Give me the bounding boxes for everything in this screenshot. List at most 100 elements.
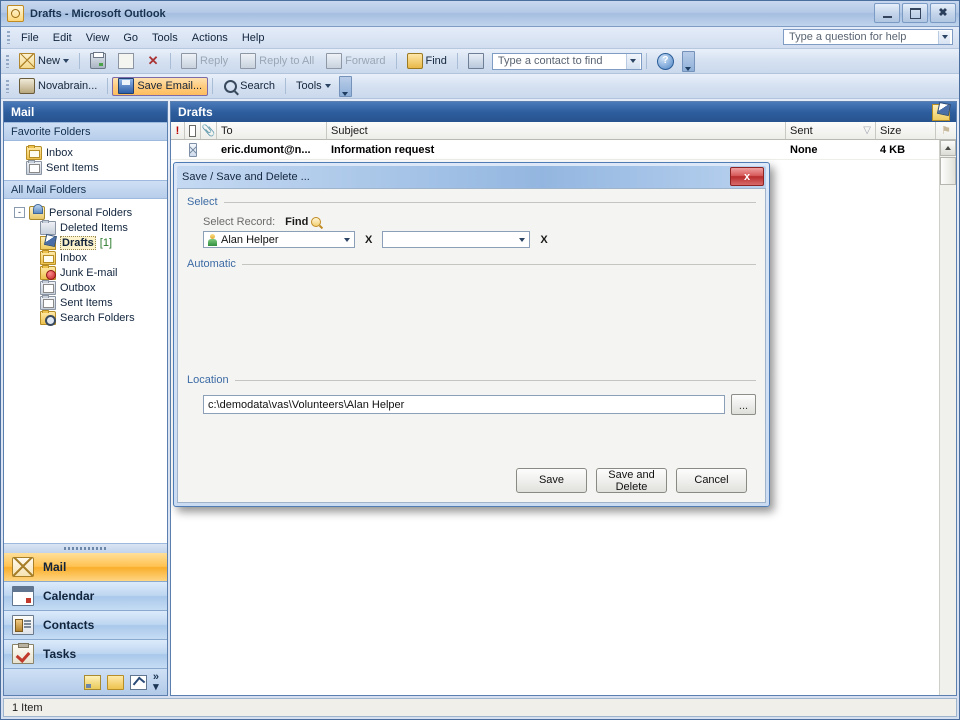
nav-module-tasks[interactable]: Tasks bbox=[4, 640, 167, 669]
close-button[interactable]: ✖ bbox=[930, 3, 956, 23]
save-and-delete-button[interactable]: Save and Delete bbox=[596, 468, 667, 493]
find-button[interactable]: Find bbox=[401, 52, 453, 71]
secondary-select-dropdown-arrow[interactable] bbox=[514, 232, 529, 247]
novabrain-button[interactable]: Novabrain... bbox=[13, 77, 103, 96]
column-header-attachment[interactable]: 📎 bbox=[201, 122, 217, 139]
clear-secondary-button[interactable]: X bbox=[540, 234, 547, 246]
splitter-grip-icon bbox=[63, 547, 108, 550]
help-search-input[interactable]: Type a question for help bbox=[783, 29, 953, 45]
column-header-subject[interactable]: Subject bbox=[327, 122, 786, 139]
browse-label: ... bbox=[738, 400, 749, 412]
scroll-up-button[interactable] bbox=[940, 140, 956, 156]
reply-all-button[interactable]: Reply to All bbox=[234, 52, 320, 71]
clear-record-button[interactable]: X bbox=[365, 234, 372, 246]
nav-module-mail[interactable]: Mail bbox=[4, 553, 167, 582]
move-to-folder-button[interactable] bbox=[112, 52, 140, 71]
menu-grip-handle[interactable] bbox=[7, 31, 10, 44]
find-label: Find bbox=[285, 216, 309, 228]
print-button[interactable] bbox=[84, 52, 112, 71]
help-button[interactable]: ? bbox=[651, 52, 680, 71]
drafts-folder-icon bbox=[40, 235, 56, 250]
menu-item-edit[interactable]: Edit bbox=[46, 29, 79, 47]
maximize-button[interactable] bbox=[902, 3, 928, 23]
location-path-input[interactable]: c:\demodata\vas\Volunteers\Alan Helper bbox=[203, 395, 725, 414]
scrollbar-thumb[interactable] bbox=[940, 157, 956, 185]
delete-button[interactable]: ✕ bbox=[140, 52, 166, 71]
reply-button[interactable]: Reply bbox=[175, 52, 234, 71]
folder-inbox[interactable]: Inbox bbox=[4, 249, 167, 265]
save-email-button[interactable]: Save Email... bbox=[112, 76, 209, 96]
column-header-to[interactable]: To bbox=[217, 122, 327, 139]
dialog-body: Select Select Record: Find Alan Helper X… bbox=[177, 188, 766, 503]
save-button-label: Save bbox=[538, 474, 565, 486]
find-record-button[interactable]: Find bbox=[285, 216, 322, 228]
toolbar-grip-handle[interactable] bbox=[6, 79, 9, 93]
addin-toolbar: Novabrain... Save Email... Search Tools bbox=[1, 74, 959, 99]
folder-label: Search Folders bbox=[60, 311, 135, 324]
help-search-dropdown-button[interactable] bbox=[938, 30, 950, 44]
dialog-close-button[interactable]: x bbox=[730, 167, 764, 186]
folder-search-folders[interactable]: Search Folders bbox=[4, 309, 167, 326]
expander-icon[interactable]: - bbox=[14, 207, 25, 218]
menu-item-help[interactable]: Help bbox=[235, 29, 272, 47]
nav-pane-splitter[interactable] bbox=[4, 543, 167, 553]
favorite-folder-sent-items[interactable]: Sent Items bbox=[4, 159, 167, 175]
column-header-sent[interactable]: Sent ▽ bbox=[786, 122, 876, 139]
addin-toolbar-overflow-button[interactable] bbox=[338, 75, 352, 97]
column-header-flag[interactable]: ⚑ bbox=[936, 122, 956, 139]
favorite-folder-inbox[interactable]: Inbox bbox=[4, 144, 167, 160]
address-book-button[interactable] bbox=[462, 52, 490, 71]
menu-item-go[interactable]: Go bbox=[116, 29, 145, 47]
column-header-size[interactable]: Size bbox=[876, 122, 936, 139]
table-row[interactable]: eric.dumont@n... Information request Non… bbox=[171, 140, 956, 160]
new-button[interactable]: New bbox=[13, 52, 75, 71]
folder-deleted-items[interactable]: Deleted Items bbox=[4, 219, 167, 235]
junk-email-icon bbox=[40, 264, 56, 280]
favorite-folders-header[interactable]: Favorite Folders bbox=[4, 122, 167, 141]
group-rule bbox=[223, 201, 756, 203]
menu-item-actions[interactable]: Actions bbox=[185, 29, 235, 47]
select-group-body: Select Record: Find Alan Helper X X bbox=[187, 208, 756, 252]
nav-module-label: Tasks bbox=[43, 647, 77, 661]
configure-buttons-icon[interactable]: » ▾ bbox=[153, 672, 159, 693]
message-list-scrollbar[interactable] bbox=[939, 140, 956, 695]
contact-find-placeholder: Type a contact to find bbox=[497, 55, 603, 67]
toolbar-separator bbox=[79, 53, 81, 69]
column-header-importance[interactable]: ! bbox=[171, 122, 185, 139]
contact-person-icon bbox=[207, 233, 218, 246]
forward-button[interactable]: Forward bbox=[320, 52, 391, 71]
folder-junk-email[interactable]: Junk E-mail bbox=[4, 264, 167, 280]
folder-drafts[interactable]: Drafts [1] bbox=[4, 235, 167, 250]
toolbar-separator bbox=[395, 53, 397, 69]
contact-find-input[interactable]: Type a contact to find bbox=[491, 52, 642, 70]
folder-personal-folders[interactable]: - Personal Folders bbox=[4, 203, 167, 220]
minimize-button[interactable] bbox=[874, 3, 900, 23]
nav-module-contacts[interactable]: Contacts bbox=[4, 611, 167, 640]
cancel-button[interactable]: Cancel bbox=[676, 468, 747, 493]
browse-button[interactable]: ... bbox=[731, 394, 756, 415]
folder-outbox[interactable]: Outbox bbox=[4, 279, 167, 295]
all-mail-folders-header[interactable]: All Mail Folders bbox=[4, 180, 167, 199]
folder-sent-items[interactable]: Sent Items bbox=[4, 294, 167, 310]
notes-icon[interactable] bbox=[83, 674, 101, 690]
help-icon: ? bbox=[656, 52, 674, 70]
record-select-dropdown[interactable]: Alan Helper bbox=[203, 231, 355, 248]
folder-list-icon[interactable] bbox=[106, 674, 124, 690]
menu-bar: File Edit View Go Tools Actions Help Typ… bbox=[1, 27, 959, 49]
menu-item-view[interactable]: View bbox=[79, 29, 117, 47]
toolbar-overflow-button[interactable] bbox=[681, 50, 695, 72]
automatic-group: Automatic bbox=[187, 258, 756, 368]
save-button[interactable]: Save bbox=[516, 468, 587, 493]
record-select-dropdown-arrow[interactable] bbox=[339, 232, 354, 247]
column-header-sent-label: Sent bbox=[790, 124, 813, 137]
menu-item-file[interactable]: File bbox=[14, 29, 46, 47]
column-header-item-type[interactable] bbox=[185, 122, 201, 139]
menu-item-tools[interactable]: Tools bbox=[145, 29, 185, 47]
search-button[interactable]: Search bbox=[217, 77, 281, 96]
addin-tools-button[interactable]: Tools bbox=[290, 77, 337, 96]
shortcuts-icon[interactable] bbox=[129, 674, 147, 690]
secondary-select-dropdown[interactable] bbox=[382, 231, 531, 248]
contact-find-dropdown-button[interactable] bbox=[625, 53, 640, 69]
toolbar-grip-handle[interactable] bbox=[6, 54, 9, 68]
nav-module-calendar[interactable]: Calendar bbox=[4, 582, 167, 611]
